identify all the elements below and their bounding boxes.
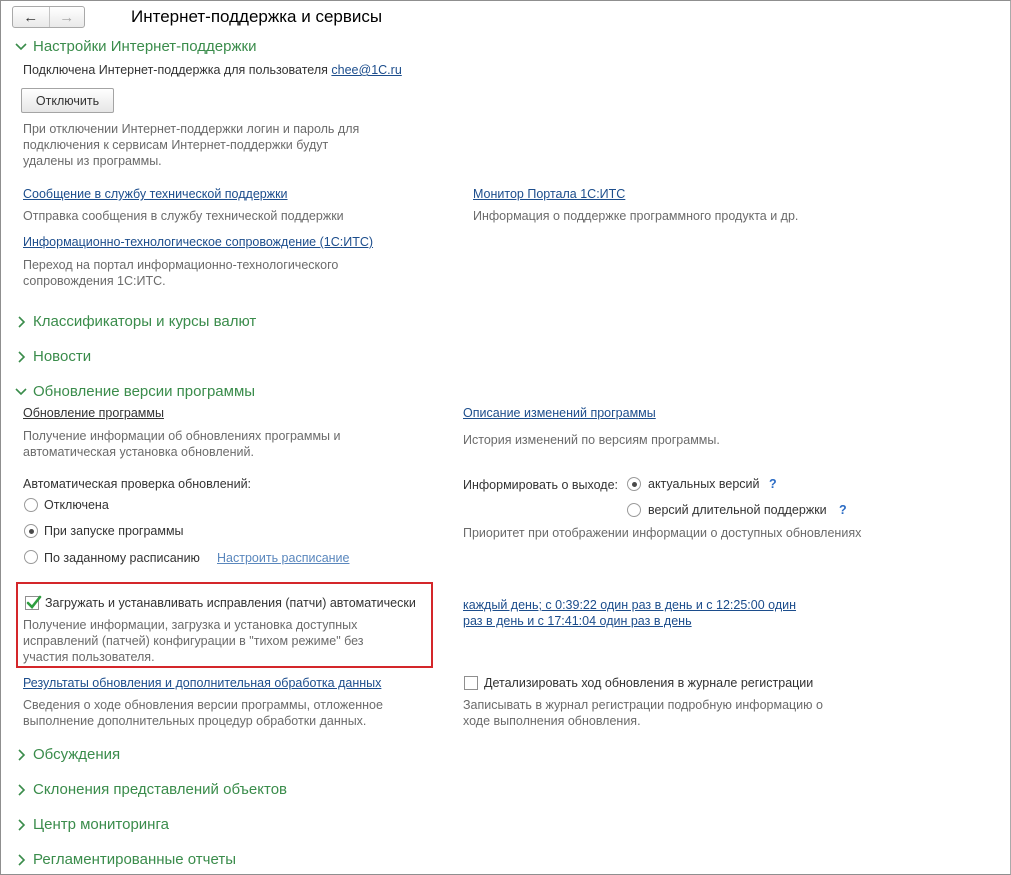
radio-inform-lts[interactable] xyxy=(627,503,641,517)
changes-description-link[interactable]: Описание изменений программы xyxy=(463,406,656,420)
group-label: Склонения представлений объектов xyxy=(33,781,288,798)
detail-log-checkbox[interactable] xyxy=(464,676,478,690)
group-label: Центр мониторинга xyxy=(33,816,169,833)
radio-auto-check-on-start[interactable] xyxy=(24,524,38,538)
arrow-left-icon: ← xyxy=(23,8,39,26)
group-label: Классификаторы и курсы валют xyxy=(33,313,257,330)
disconnect-button[interactable]: Отключить xyxy=(21,88,114,113)
update-results-desc: Сведения о ходе обновления версии програ… xyxy=(23,698,383,728)
patches-checkbox[interactable] xyxy=(25,595,42,610)
patches-checkbox-label: Загружать и устанавливать исправления (п… xyxy=(45,596,416,610)
chevron-right-icon xyxy=(18,853,26,866)
chevron-right-icon xyxy=(18,748,26,761)
group-support-settings[interactable]: Настройки Интернет-поддержки xyxy=(14,38,256,55)
chevron-down-icon xyxy=(15,42,27,50)
help-icon[interactable]: ? xyxy=(769,477,777,491)
user-login-link[interactable]: chee@1C.ru xyxy=(331,63,401,77)
priority-note: Приоритет при отображении информации о д… xyxy=(463,526,862,540)
radio-label: По заданному расписанию xyxy=(44,551,200,565)
group-discussions[interactable]: Обсуждения xyxy=(14,746,120,763)
portal-monitor-desc: Информация о поддержке программного прод… xyxy=(473,209,799,223)
checkmark-icon xyxy=(26,595,42,609)
group-reports[interactable]: Регламентированные отчеты xyxy=(14,851,236,868)
forward-button[interactable]: → xyxy=(48,7,85,27)
changes-description-desc: История изменений по версиям программы. xyxy=(463,433,720,447)
chevron-right-icon xyxy=(18,315,26,328)
page-title: Интернет-поддержка и сервисы xyxy=(131,7,383,26)
group-monitoring[interactable]: Центр мониторинга xyxy=(14,816,169,833)
arrow-right-icon: → xyxy=(59,8,75,26)
configure-schedule-link[interactable]: Настроить расписание xyxy=(217,551,350,565)
group-label: Регламентированные отчеты xyxy=(33,851,236,868)
radio-auto-check-off[interactable] xyxy=(24,498,38,512)
patches-desc: Получение информации, загрузка и установ… xyxy=(23,618,364,664)
chevron-right-icon xyxy=(18,818,26,831)
chevron-right-icon xyxy=(18,350,26,363)
radio-label: При запуске программы xyxy=(44,524,184,538)
group-label: Обновление версии программы xyxy=(33,383,256,400)
program-update-link[interactable]: Обновление программы xyxy=(23,406,164,420)
portal-monitor-link[interactable]: Монитор Портала 1С:ИТС xyxy=(473,187,625,201)
inform-label: Информировать о выходе: xyxy=(463,478,618,492)
support-message-link[interactable]: Сообщение в службу технической поддержки xyxy=(23,187,288,201)
group-news[interactable]: Новости xyxy=(14,348,91,365)
group-declensions[interactable]: Склонения представлений объектов xyxy=(14,781,287,798)
group-update[interactable]: Обновление версии программы xyxy=(14,383,255,400)
radio-label: версий длительной поддержки xyxy=(648,503,827,517)
back-button[interactable]: ← xyxy=(13,7,49,27)
group-label: Настройки Интернет-поддержки xyxy=(33,38,257,55)
support-message-desc: Отправка сообщения в службу технической … xyxy=(23,209,344,223)
patch-schedule-link[interactable]: каждый день; с 0:39:22 один раз в день и… xyxy=(463,597,796,629)
group-label: Новости xyxy=(33,348,92,365)
program-update-desc: Получение информации об обновлениях прог… xyxy=(23,429,341,459)
chevron-down-icon xyxy=(15,387,27,395)
auto-check-label: Автоматическая проверка обновлений: xyxy=(23,477,252,491)
group-classifiers[interactable]: Классификаторы и курсы валют xyxy=(14,313,256,330)
chevron-right-icon xyxy=(18,783,26,796)
group-label: Обсуждения xyxy=(33,746,121,763)
update-results-link[interactable]: Результаты обновления и дополнительная о… xyxy=(23,676,381,690)
detail-log-label: Детализировать ход обновления в журнале … xyxy=(484,676,814,690)
disconnect-note: При отключении Интернет-поддержки логин … xyxy=(23,122,360,168)
detail-log-desc: Записывать в журнал регистрации подробну… xyxy=(463,698,823,728)
nav-buttons: ← → xyxy=(12,6,85,28)
its-desc: Переход на портал информационно-технолог… xyxy=(23,258,339,288)
radio-auto-check-schedule[interactable] xyxy=(24,550,38,564)
its-link[interactable]: Информационно-технологическое сопровожде… xyxy=(23,235,373,249)
connected-text: Подключена Интернет-поддержка для пользо… xyxy=(23,63,402,77)
radio-label: Отключена xyxy=(44,498,109,512)
help-icon[interactable]: ? xyxy=(839,503,847,517)
radio-label: актуальных версий xyxy=(648,477,760,491)
radio-inform-current[interactable] xyxy=(627,477,641,491)
